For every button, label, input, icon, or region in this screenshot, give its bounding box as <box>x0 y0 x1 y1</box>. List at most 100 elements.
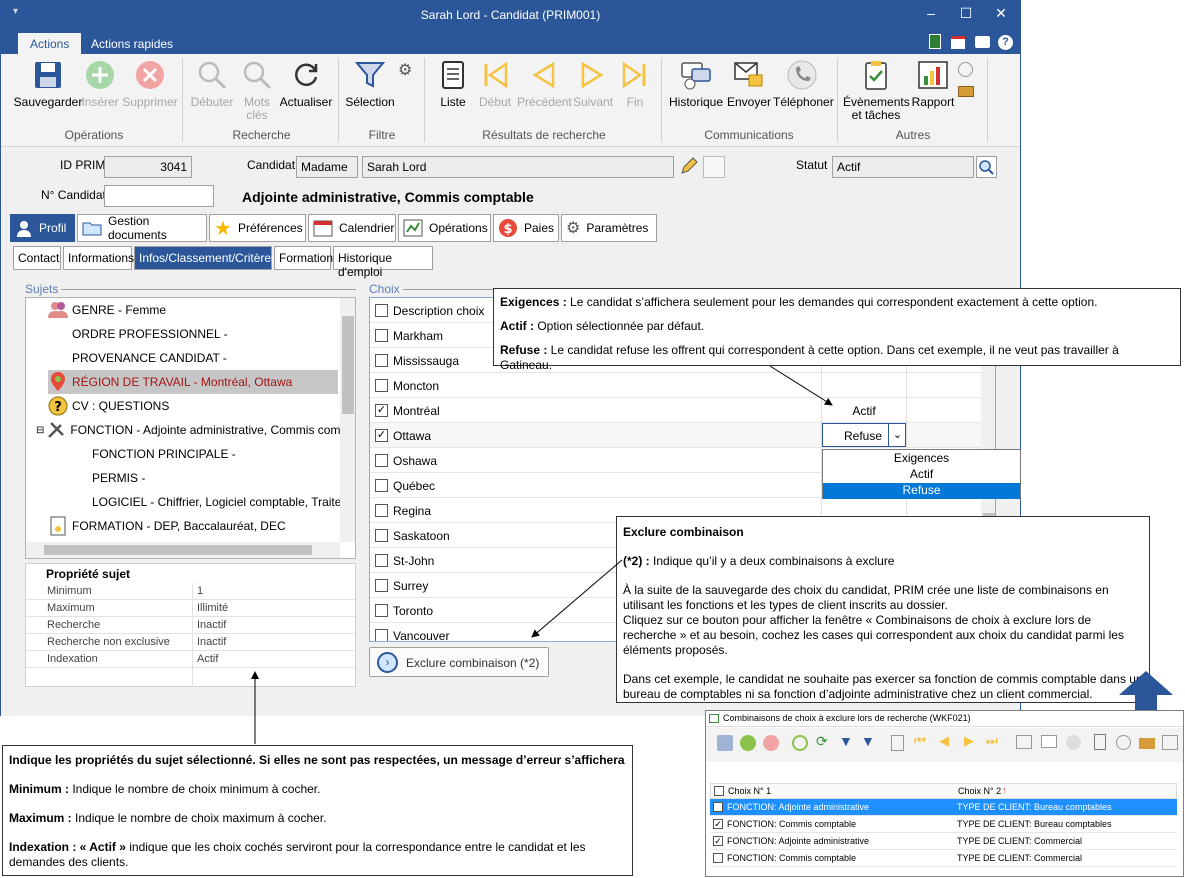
printer-icon[interactable] <box>975 36 990 48</box>
search-icon[interactable] <box>792 735 808 751</box>
tree-vertical-scrollbar[interactable] <box>340 298 355 542</box>
suivant-button[interactable]: Suivant <box>571 58 615 109</box>
choix-checkbox[interactable] <box>375 604 388 617</box>
choix-checkbox[interactable] <box>375 329 388 342</box>
subtab-contact[interactable]: Contact <box>13 246 61 270</box>
historique-button[interactable]: Historique <box>667 58 725 109</box>
choix-checkbox[interactable] <box>375 454 388 467</box>
choix-checkbox[interactable] <box>375 629 388 641</box>
choix-checkbox[interactable] <box>375 354 388 367</box>
fin-button[interactable]: Fin <box>617 58 653 109</box>
tree-item-formation[interactable]: FORMATION - DEP, Baccalauréat, DEC <box>48 514 286 538</box>
subtab-informations[interactable]: Informations <box>63 246 134 270</box>
first-record-icon[interactable]: ⏮ <box>914 733 926 749</box>
col2-header[interactable]: Choix N° 2 <box>958 786 1001 796</box>
history-icon[interactable] <box>1016 735 1032 749</box>
tree-item-fonction[interactable]: ⊟ FONCTION - Adjointe administrative, Com… <box>36 418 355 442</box>
calculator-icon[interactable] <box>929 34 941 49</box>
statut-search-icon[interactable] <box>976 156 997 178</box>
wkf021-header-row[interactable]: Choix N° 1 Choix N° 2 ↑ <box>710 783 1177 799</box>
tree-item-ordre[interactable]: ORDRE PROFESSIONNEL - <box>72 322 228 346</box>
clock-icon[interactable] <box>958 62 973 77</box>
tree-horizontal-scrollbar[interactable] <box>26 542 340 558</box>
calendar-icon[interactable] <box>951 36 965 49</box>
choix-checkbox[interactable] <box>375 479 388 492</box>
rapport-button[interactable]: Rapport <box>909 58 957 109</box>
envoyer-button[interactable]: Envoyer <box>727 58 771 109</box>
sujets-tree[interactable]: GENRE - Femme ORDRE PROFESSIONNEL - PROV… <box>25 297 356 559</box>
plus-icon[interactable] <box>740 735 756 751</box>
save-icon[interactable] <box>717 735 733 751</box>
option-exigences[interactable]: Exigences <box>823 451 1020 467</box>
liste-button[interactable]: Liste <box>435 58 471 109</box>
status-combo[interactable]: Refuse ⌄ <box>822 423 906 447</box>
choix-checkbox[interactable]: ✓ <box>375 404 388 417</box>
tree-item-region[interactable]: RÉGION DE TRAVAIL - Montréal, Ottawa <box>48 370 338 394</box>
option-actif[interactable]: Actif <box>823 467 1020 483</box>
tab-preferences[interactable]: ★ Préférences <box>209 214 306 242</box>
actualiser-button[interactable]: Actualiser <box>277 58 335 109</box>
tree-item-cv[interactable]: ? CV : QUESTIONS <box>48 394 169 418</box>
tab-actions[interactable]: Actions <box>18 33 82 54</box>
close-button[interactable]: ✕ <box>991 5 1011 22</box>
choix-row[interactable]: ✓ Montréal Actif <box>370 398 982 423</box>
next-icon[interactable]: ▶ <box>964 733 974 749</box>
sort-icon[interactable]: ↑ <box>1002 785 1007 795</box>
choix-checkbox[interactable] <box>375 529 388 542</box>
filter-icon[interactable]: ▼ <box>839 733 853 749</box>
wkf021-checkbox[interactable]: ✓ <box>713 819 723 829</box>
choix-checkbox[interactable]: ✓ <box>375 429 388 442</box>
filter-settings-icon[interactable]: ▼ <box>861 733 875 749</box>
tree-item-fonction-principale[interactable]: FONCTION PRINCIPALE - <box>92 442 236 466</box>
tab-profil[interactable]: Profil <box>10 214 75 242</box>
choix-checkbox[interactable] <box>375 379 388 392</box>
mots-cles-button[interactable]: Mots clés <box>239 58 275 122</box>
precedent-button[interactable]: Précédent <box>517 58 572 109</box>
refresh-icon[interactable]: ⟳ <box>816 733 828 750</box>
wkf021-checkbox[interactable]: ✓ <box>713 836 723 846</box>
wkf021-checkbox[interactable] <box>713 853 723 863</box>
tab-operations[interactable]: Opérations <box>398 214 491 242</box>
no-candidat-field[interactable] <box>104 185 214 207</box>
wkf021-row[interactable]: FONCTION: Commis comptable TYPE DE CLIENT… <box>710 850 1177 867</box>
maximize-button[interactable]: ☐ <box>956 5 976 22</box>
subtab-formation[interactable]: Formation <box>274 246 333 270</box>
chevron-down-icon[interactable]: ⌄ <box>888 424 906 446</box>
phone-icon[interactable] <box>1066 735 1081 750</box>
supprimer-button[interactable]: Supprimer <box>121 58 179 109</box>
clock-icon[interactable] <box>1116 735 1131 750</box>
option-refuse[interactable]: Refuse <box>823 483 1020 499</box>
collapse-icon[interactable]: ⊟ <box>36 425 44 436</box>
tab-gestion-documents[interactable]: Gestion documents <box>77 214 207 242</box>
tree-item-genre[interactable]: GENRE - Femme <box>48 298 166 322</box>
tab-parametres[interactable]: ⚙ Paramètres <box>561 214 657 242</box>
subtab-historique-emploi[interactable]: Historique d'emploi <box>333 246 433 279</box>
wkf021-row[interactable]: ✓ FONCTION: Adjointe administrative TYPE D… <box>710 833 1177 850</box>
task-clipboard-icon[interactable] <box>1094 734 1106 750</box>
filter-settings-gear-icon[interactable]: ⚙ <box>398 60 412 80</box>
help-icon[interactable]: ? <box>998 35 1013 50</box>
tree-item-provenance[interactable]: PROVENANCE CANDIDAT - <box>72 346 227 370</box>
candidate-lookup-icon[interactable] <box>703 156 725 178</box>
sauvegarder-button[interactable]: Sauvegarder <box>9 58 87 109</box>
exclure-combinaison-button[interactable]: › Exclure combinaison (*2) <box>369 647 549 677</box>
tab-calendrier[interactable]: Calendrier <box>308 214 396 242</box>
inserer-button[interactable]: Insérer <box>81 58 119 109</box>
wkf021-row[interactable]: FONCTION: Adjointe administrative TYPE DE… <box>710 799 1177 816</box>
choix-row[interactable]: Moncton <box>370 373 982 398</box>
choix-checkbox[interactable] <box>375 554 388 567</box>
select-all-checkbox[interactable] <box>714 786 724 796</box>
tree-scroll-thumb[interactable] <box>342 316 354 414</box>
telephoner-button[interactable]: Téléphoner <box>773 58 834 109</box>
col1-header[interactable]: Choix N° 1 <box>728 786 771 796</box>
list-icon[interactable] <box>891 735 904 751</box>
last-record-icon[interactable]: ⏭ <box>986 733 998 749</box>
wkf021-checkbox[interactable] <box>713 802 723 812</box>
tree-item-permis[interactable]: PERMIS - <box>92 466 145 490</box>
wkf021-row[interactable]: ✓ FONCTION: Commis comptable TYPE DE CLIEN… <box>710 816 1177 833</box>
selection-button[interactable]: Sélection <box>343 58 397 109</box>
select-all-checkbox[interactable] <box>375 304 388 317</box>
debuter-button[interactable]: Débuter <box>188 58 236 109</box>
tree-hscroll-thumb[interactable] <box>44 545 312 555</box>
edit-pencil-icon[interactable] <box>679 156 699 176</box>
